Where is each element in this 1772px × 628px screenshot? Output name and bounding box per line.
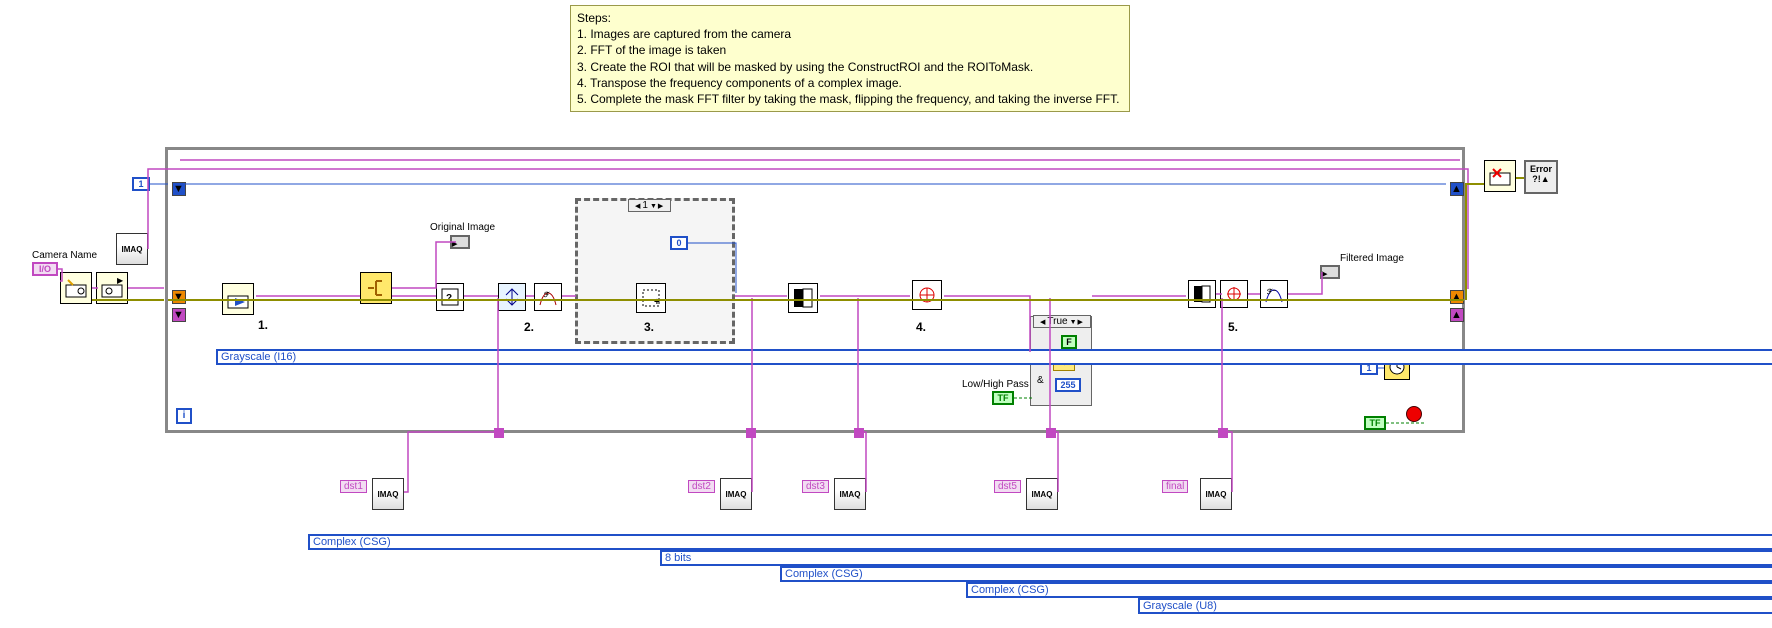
- step-1: 1.: [258, 318, 268, 332]
- complex-csg-ring-1[interactable]: Complex (CSG): [308, 534, 1772, 550]
- and-label: &: [1037, 375, 1044, 386]
- shift-reg-right-ref: ▲: [1450, 308, 1464, 322]
- imaq-mask-vi: [1188, 280, 1216, 308]
- simple-error-handler-vi: Error?!▲: [1524, 160, 1558, 194]
- imaqdx-close-vi: [1484, 160, 1516, 192]
- step-2: 2.: [524, 320, 534, 334]
- svg-text:ℱ⁻: ℱ⁻: [1267, 288, 1277, 296]
- roi-to-mask-vi: [788, 283, 818, 313]
- const-one-a: 1: [132, 177, 150, 191]
- comment-line-4: 4. Transpose the frequency components of…: [577, 75, 1123, 91]
- comment-line-3: 3. Create the ROI that will be masked by…: [577, 59, 1123, 75]
- complex-flip-frequency-vi-2: [1220, 280, 1248, 308]
- svg-text:ℱ: ℱ: [544, 291, 550, 299]
- imaqdx-grab-vi: [222, 283, 254, 315]
- imaqdx-open-vi: [60, 272, 92, 304]
- tunnel-dst1: [494, 428, 504, 438]
- imaq-cast-vi: [498, 283, 526, 311]
- imaq-create-dst5: [1026, 478, 1058, 510]
- original-image-terminal: ▸: [450, 235, 470, 249]
- camera-name-label: Camera Name: [32, 250, 97, 261]
- imaq-create-final: [1200, 478, 1232, 510]
- comment-line-5: 5. Complete the mask FFT filter by takin…: [577, 91, 1123, 107]
- shift-reg-left-i32: ▼: [172, 182, 186, 196]
- dst2-label: dst2: [688, 480, 715, 493]
- complex-csg-ring-2[interactable]: Complex (CSG): [780, 566, 1772, 582]
- mask-value-const: 255: [1055, 378, 1081, 392]
- imaq-fft-vi: ℱ: [534, 283, 562, 311]
- svg-text:?: ?: [446, 293, 452, 304]
- dst3-label: dst3: [802, 480, 829, 493]
- complex-csg-ring-3[interactable]: Complex (CSG): [966, 582, 1772, 598]
- loop-stop-condition: [1406, 406, 1422, 422]
- construct-roi-vi: +: [636, 283, 666, 313]
- imaq-getimagesize-vi: ?: [436, 283, 464, 311]
- lowhighpass-label: Low/High Pass: [962, 379, 1029, 390]
- imaq-create-dst3: [834, 478, 866, 510]
- stop-bool-terminal: TF: [1364, 416, 1386, 430]
- complex-flip-frequency-vi-1: [912, 280, 942, 310]
- step-3: 3.: [644, 320, 654, 334]
- original-image-label: Original Image: [430, 222, 495, 233]
- shift-reg-right-err: ▲: [1450, 290, 1464, 304]
- imaq-create-dst2: [720, 478, 752, 510]
- grayscale-i16-ring[interactable]: Grayscale (I16): [216, 349, 1772, 365]
- dst1-label: dst1: [340, 480, 367, 493]
- shift-reg-left-err: ▼: [172, 290, 186, 304]
- shift-reg-left-ref: ▼: [172, 308, 186, 322]
- shift-reg-right-i32: ▲: [1450, 182, 1464, 196]
- split-signal-vi: [360, 272, 392, 304]
- dst5-label: dst5: [994, 480, 1021, 493]
- tunnel-dst3: [854, 428, 864, 438]
- step-4: 4.: [916, 320, 926, 334]
- lowhighpass-terminal: TF: [992, 391, 1014, 405]
- comment-line-2: 2. FFT of the image is taken: [577, 42, 1123, 58]
- filtered-image-label: Filtered Image: [1340, 253, 1404, 264]
- eightbits-ring[interactable]: 8 bits: [660, 550, 1772, 566]
- sequence-selector[interactable]: 1: [628, 199, 671, 212]
- imaq-create-top-vi: [116, 233, 148, 265]
- case-selector[interactable]: True: [1033, 315, 1091, 328]
- camera-name-terminal: I/O: [32, 262, 58, 276]
- svg-text:+: +: [654, 297, 660, 308]
- not-constant: F: [1061, 335, 1077, 349]
- tunnel-dst5: [1046, 428, 1056, 438]
- sequence-structure: 1 +: [575, 198, 735, 344]
- imaqdx-configure-vi: ▶: [96, 272, 128, 304]
- step-5: 5.: [1228, 320, 1238, 334]
- imaq-inverse-fft-vi: ℱ⁻: [1260, 280, 1288, 308]
- comment-title: Steps:: [577, 10, 1123, 26]
- svg-text:▶: ▶: [117, 277, 123, 285]
- const-zero: 0: [670, 236, 688, 250]
- loop-iteration-terminal: i: [176, 408, 192, 424]
- steps-comment: Steps: 1. Images are captured from the c…: [570, 5, 1130, 112]
- imaq-create-dst1: [372, 478, 404, 510]
- grayscale-u8-ring[interactable]: Grayscale (U8): [1138, 598, 1772, 614]
- filtered-image-terminal: ▸: [1320, 265, 1340, 279]
- final-label: final: [1162, 480, 1188, 493]
- tunnel-final: [1218, 428, 1228, 438]
- comment-line-1: 1. Images are captured from the camera: [577, 26, 1123, 42]
- tunnel-dst2: [746, 428, 756, 438]
